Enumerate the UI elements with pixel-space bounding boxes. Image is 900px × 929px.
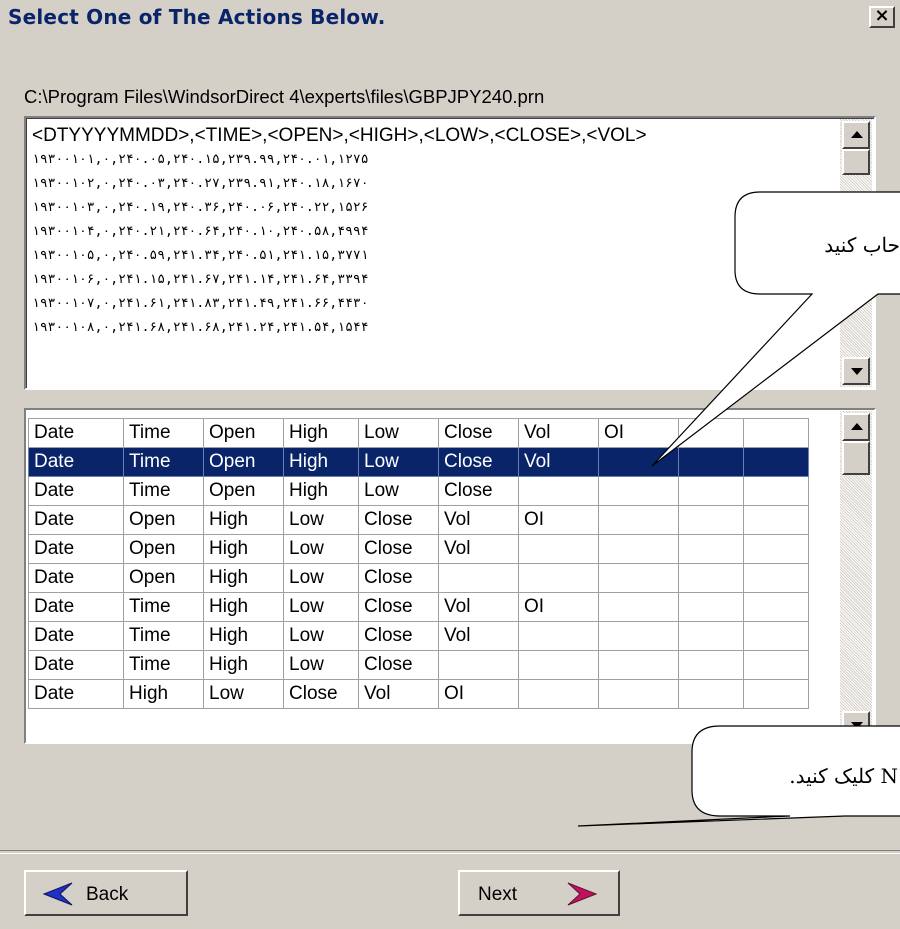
back-button[interactable]: Back xyxy=(24,870,188,916)
select-callout xyxy=(577,191,900,827)
back-button-label: Back xyxy=(86,884,129,905)
next-callout-text: N کلیک کنید. xyxy=(789,764,898,788)
next-button-label: Next xyxy=(478,884,518,905)
next-arrow-icon xyxy=(567,882,598,906)
select-callout-text: حاب کنید xyxy=(824,233,900,257)
divider xyxy=(0,850,900,854)
next-button[interactable]: Next xyxy=(458,870,620,916)
back-arrow-icon xyxy=(42,882,73,906)
